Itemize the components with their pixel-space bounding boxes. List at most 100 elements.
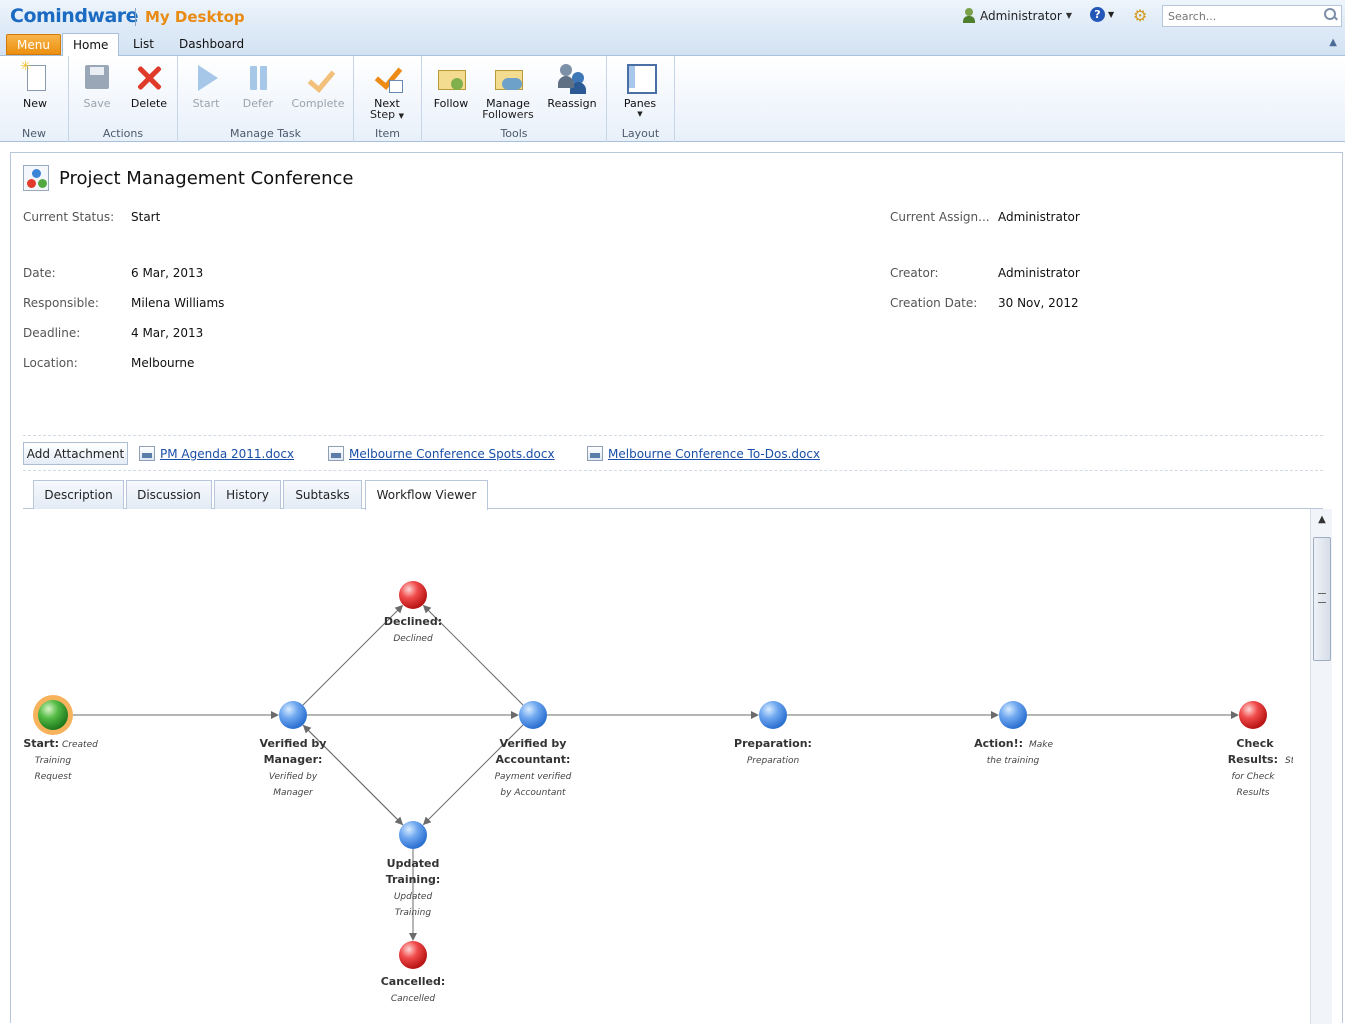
workflow-node-start[interactable] (33, 695, 73, 735)
node-description: Created (62, 740, 98, 750)
reassign-button[interactable]: Reassign (544, 62, 600, 109)
tab-description[interactable]: Description (33, 480, 124, 509)
node-description: Training (395, 908, 431, 918)
field-label-date: Date: (23, 266, 56, 280)
manage-followers-button[interactable]: Manage Followers (480, 62, 536, 120)
node-title: Action!: (974, 737, 1023, 750)
node-description: Payment verified (495, 772, 572, 782)
next-step-icon (371, 62, 403, 94)
node-title: Cancelled: (381, 975, 446, 988)
tab-history[interactable]: History (214, 480, 281, 509)
field-value-status: Start (131, 210, 161, 224)
chevron-down-icon: ▼ (637, 110, 643, 118)
node-title: Results: (1228, 753, 1278, 766)
pause-icon (242, 62, 274, 94)
node-title: Training: (386, 873, 441, 886)
workflow-node-vm[interactable] (279, 701, 307, 729)
gear-icon[interactable]: ⚙ (1133, 6, 1147, 25)
brand-logo[interactable]: Comindware (10, 5, 139, 27)
step-node-circle (399, 821, 427, 849)
ribbon: New New Save Delete Actions Start Defer … (0, 56, 1345, 142)
tab-subtasks[interactable]: Subtasks (283, 480, 362, 509)
ribbon-tab-row: Menu Home List Dashboard ▲ (0, 33, 1345, 57)
field-label-creation-date: Creation Date: (890, 296, 978, 310)
step-node-circle (519, 701, 547, 729)
node-description: Declined (393, 634, 433, 644)
node-title: Manager: (264, 753, 323, 766)
collapse-ribbon-icon[interactable]: ▲ (1329, 37, 1337, 48)
scroll-thumb[interactable] (1313, 537, 1331, 661)
tab-workflow-viewer[interactable]: Workflow Viewer (365, 480, 488, 510)
workflow-viewer: Start: Created Training Request Verified by M… (23, 509, 1321, 1024)
divider (23, 470, 1323, 471)
defer-button[interactable]: Defer (238, 62, 278, 109)
document-icon (587, 446, 603, 461)
node-title: Updated (387, 857, 440, 870)
step-node-circle (999, 701, 1027, 729)
search-input[interactable] (1163, 6, 1313, 26)
node-title: Preparation: (734, 737, 812, 750)
tab-home[interactable]: Home (62, 33, 120, 57)
reassign-icon (556, 62, 588, 94)
workflow-node-va[interactable] (519, 701, 547, 729)
delete-button[interactable]: Delete (127, 62, 171, 109)
ribbon-group-layout: Panes ▼ Layout (607, 56, 675, 142)
app-title: My Desktop (145, 8, 245, 26)
next-step-button[interactable]: Next Step ▼ (364, 62, 410, 122)
add-attachment-button[interactable]: Add Attachment (23, 442, 128, 465)
panes-button[interactable]: Panes ▼ (619, 62, 661, 120)
node-title: Accountant: (496, 753, 571, 766)
chevron-down-icon: ▼ (398, 112, 404, 120)
divider (23, 435, 1323, 436)
search-icon[interactable] (1324, 8, 1337, 21)
field-label-location: Location: (23, 356, 78, 370)
attachment-link[interactable]: PM Agenda 2011.docx (139, 446, 294, 461)
delete-icon (133, 62, 165, 94)
start-button[interactable]: Start (186, 62, 226, 109)
workflow-node-upd[interactable] (399, 821, 427, 849)
workflow-node-act[interactable] (999, 701, 1027, 729)
attachment-link[interactable]: Melbourne Conference Spots.docx (328, 446, 555, 461)
new-document-icon (19, 61, 51, 94)
tab-discussion[interactable]: Discussion (126, 480, 212, 509)
workflow-node-canc[interactable] (399, 941, 427, 969)
end-node-circle (1239, 701, 1267, 729)
follow-button[interactable]: Follow (430, 62, 472, 109)
step-node-circle (279, 701, 307, 729)
page-title: Project Management Conference (59, 168, 354, 189)
workflow-node-check[interactable] (1239, 701, 1267, 729)
field-value-creation-date: 30 Nov, 2012 (998, 296, 1079, 310)
complete-button[interactable]: Complete (288, 62, 348, 109)
node-title: Declined: (384, 615, 442, 628)
new-button[interactable]: New (14, 61, 56, 109)
node-description: Make (1029, 740, 1053, 750)
user-menu[interactable]: Administrator ▼ (962, 8, 1072, 23)
chevron-down-icon: ▼ (1065, 11, 1072, 20)
scroll-up-arrow-icon[interactable]: ▲ (1311, 509, 1333, 531)
checkmark-icon (302, 62, 334, 94)
ribbon-group-manage-task: Start Defer Complete Manage Task (178, 56, 354, 142)
node-description: by Accountant (500, 788, 566, 798)
vertical-scrollbar[interactable]: ▲ (1310, 509, 1332, 1024)
field-value-responsible: Milena Williams (131, 296, 225, 310)
workflow-diagram: Start: Created Training Request Verified by M… (23, 581, 1306, 1004)
node-description: Step (1285, 756, 1293, 766)
tab-dashboard[interactable]: Dashboard (169, 33, 254, 56)
save-button[interactable]: Save (77, 62, 117, 109)
ribbon-group-tools: Follow Manage Followers Reassign Tools (422, 56, 607, 142)
tab-menu[interactable]: Menu (6, 34, 61, 55)
node-description: Verified by (269, 772, 318, 782)
play-icon (190, 62, 222, 94)
start-node-circle (38, 700, 68, 730)
node-description: Preparation (747, 756, 800, 766)
field-value-location: Melbourne (131, 356, 195, 370)
workflow-node-declined[interactable] (399, 581, 427, 609)
field-label-assignee: Current Assign... (890, 210, 990, 224)
node-title: Start: (23, 737, 59, 750)
attachment-link[interactable]: Melbourne Conference To-Dos.docx (587, 446, 820, 461)
step-node-circle (759, 701, 787, 729)
workflow-node-prep[interactable] (759, 701, 787, 729)
chevron-down-icon[interactable]: ▼ (1108, 10, 1114, 19)
help-icon[interactable]: ? (1090, 7, 1105, 22)
tab-list[interactable]: List (123, 33, 164, 56)
